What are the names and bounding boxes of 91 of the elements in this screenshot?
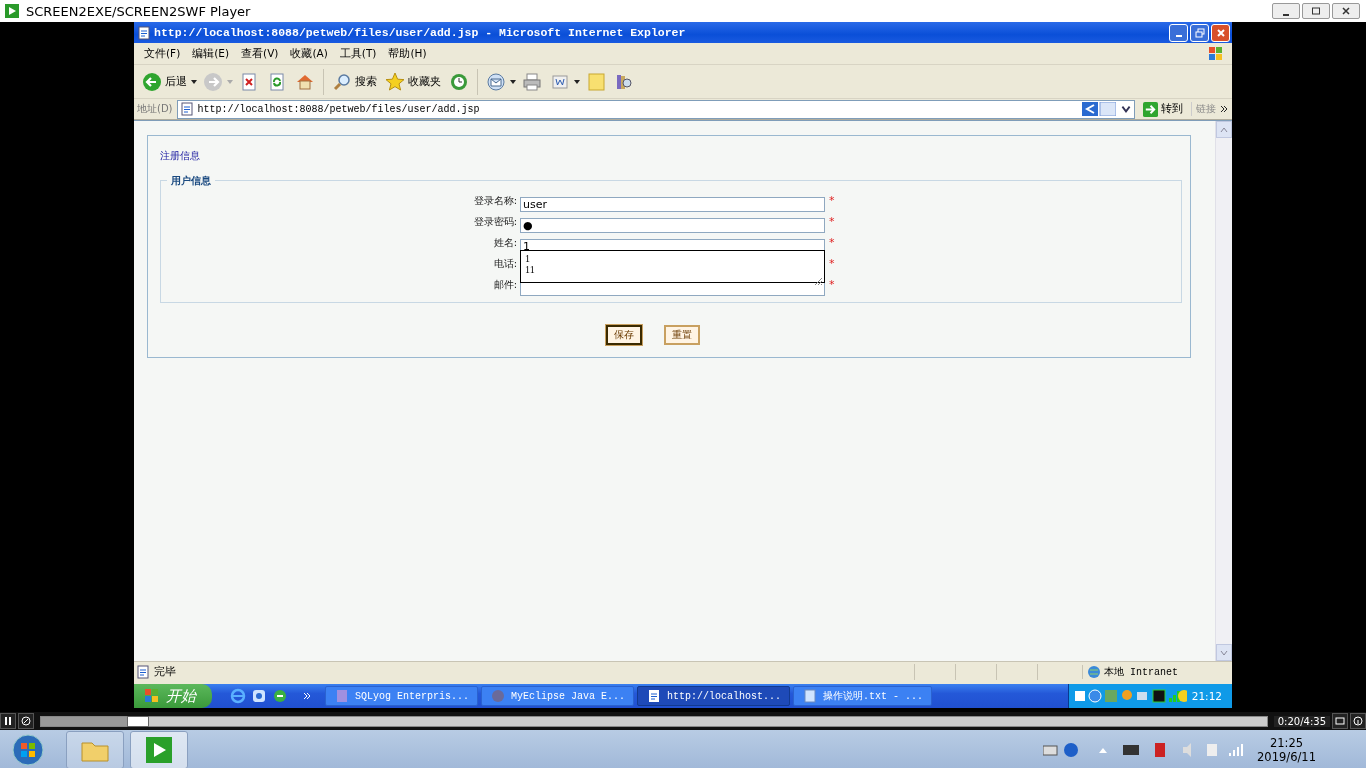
save-button[interactable]: 保存 [606, 325, 642, 345]
close-button[interactable] [1332, 3, 1360, 19]
maximize-icon [1311, 6, 1321, 16]
browser-icon[interactable] [230, 688, 246, 704]
menu-item[interactable]: 帮助(H) [382, 46, 433, 61]
page-icon [136, 665, 150, 679]
envelope-icon [486, 71, 506, 92]
page-icon [179, 102, 194, 116]
field-label: 电话: [492, 256, 518, 271]
fieldset-legend: 用户信息 [167, 174, 215, 188]
browser-title: http://localhost:8088/petweb/files/user/add.jsp - Microsoft Internet Explorer [154, 26, 687, 39]
window-title: SCREEN2EXE/SCREEN2SWF Player [26, 3, 252, 19]
menu-item[interactable]: 文件(F) [138, 46, 187, 61]
browser-page-icon [137, 25, 151, 40]
printer-icon [522, 71, 542, 92]
refresh-icon [267, 71, 287, 92]
taskbar-button[interactable]: http://localhost... [637, 686, 791, 706]
maximize-button[interactable] [1302, 3, 1330, 19]
field-label: 邮件: [492, 277, 518, 292]
clock-time: 21:25 [1269, 736, 1304, 750]
security-zone: 本地 Intranet [1104, 665, 1178, 679]
field-label: 姓名: [492, 235, 518, 250]
mail-icon[interactable] [251, 688, 267, 704]
desktop-icon[interactable] [272, 688, 288, 704]
globe-icon [1087, 665, 1101, 679]
database-icon [334, 688, 350, 704]
required-mark: * [829, 194, 835, 207]
close-icon [1341, 6, 1351, 16]
toolbar-addon-icon[interactable] [1082, 102, 1116, 116]
dropdown-caret-icon[interactable] [574, 79, 580, 84]
taskbar-button[interactable]: 操作说明.txt - ... [793, 686, 933, 706]
input-field[interactable]: ● [520, 218, 825, 233]
minimize-button[interactable] [1272, 3, 1300, 19]
menu-item[interactable]: 查看(V) [235, 46, 285, 61]
menu-item[interactable]: 编辑(E) [186, 46, 236, 61]
field-label: 登录密码: [472, 214, 518, 229]
stop-button[interactable] [18, 713, 34, 729]
windows-logo-icon [12, 734, 44, 766]
back-button[interactable]: 后退 [140, 69, 189, 94]
pause-icon [3, 716, 13, 726]
play-icon [144, 735, 174, 765]
reset-button[interactable]: 重置 [664, 325, 700, 345]
autocomplete-option[interactable]: 1 [525, 253, 820, 264]
seek-bar[interactable] [40, 715, 1268, 727]
playback-time: 0:20/4:35 [1273, 715, 1330, 727]
info-icon [1353, 716, 1363, 726]
dropdown-caret-icon[interactable] [510, 79, 516, 84]
address-label: 地址(D) [137, 102, 173, 116]
chevron-icon[interactable] [1220, 105, 1228, 113]
clock-date: 2019/6/11 [1257, 750, 1316, 764]
fullscreen-button[interactable] [1332, 713, 1348, 729]
note-icon [586, 71, 606, 92]
windows-logo-icon [1208, 45, 1224, 62]
minimize-icon [1175, 35, 1182, 37]
status-text: 完毕 [154, 665, 176, 679]
go-button[interactable]: 转到 [1139, 101, 1187, 117]
dropdown-caret-icon[interactable] [191, 79, 197, 84]
stop-icon [21, 716, 31, 726]
restore-icon [1194, 27, 1205, 38]
menu-item[interactable]: 工具(T) [333, 46, 383, 61]
pause-button[interactable] [0, 713, 16, 729]
history-icon [449, 71, 469, 92]
document-icon [802, 688, 819, 704]
address-field[interactable]: http://localhost:8088/petweb/files/user/add.jsp [176, 99, 1135, 119]
windows-logo-icon [144, 688, 160, 704]
fullscreen-icon [1335, 716, 1345, 726]
autocomplete-option[interactable]: 11 [525, 264, 820, 275]
taskbar-button[interactable]: MyEclipse Java E... [481, 686, 635, 706]
required-mark: * [829, 215, 835, 228]
seek-thumb[interactable] [126, 715, 149, 727]
clock: 21:12 [1191, 690, 1222, 702]
menu-item[interactable]: 收藏(A) [284, 46, 334, 61]
taskbar-button[interactable]: SQLyog Enterpris... [325, 686, 479, 706]
info-button[interactable] [1350, 713, 1366, 729]
close-icon [1215, 27, 1226, 38]
input-field[interactable]: user [520, 197, 825, 212]
required-mark: * [829, 278, 835, 291]
required-mark: * [829, 257, 835, 270]
stop-icon [239, 71, 259, 92]
star-button[interactable]: 收藏夹 [383, 69, 443, 94]
star-icon [385, 71, 405, 92]
sphere-icon [490, 688, 507, 704]
search-button[interactable]: 搜索 [330, 69, 379, 94]
go-arrow-icon [1143, 101, 1158, 117]
search-icon [332, 71, 352, 92]
player-logo-icon [4, 3, 20, 19]
restore-button[interactable] [1190, 23, 1209, 42]
required-mark: * [829, 236, 835, 249]
minimize-icon [1283, 13, 1289, 16]
field-label: 登录名称: [472, 193, 518, 208]
form-heading: 注册信息 [160, 149, 201, 163]
